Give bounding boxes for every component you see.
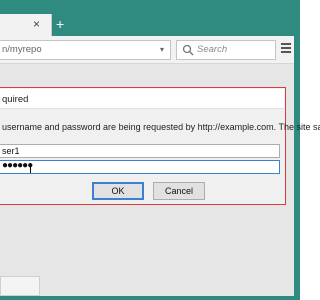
chevron-down-icon[interactable]: ▾ bbox=[160, 45, 164, 54]
username-value: ser1 bbox=[2, 146, 20, 156]
ok-button[interactable]: OK bbox=[92, 182, 144, 200]
dialog-message: username and password are being requeste… bbox=[2, 122, 320, 132]
new-tab-icon[interactable]: + bbox=[56, 17, 64, 31]
window-frame-bottom bbox=[0, 296, 300, 300]
dialog-title-bar: quired bbox=[0, 89, 284, 109]
window-frame-right bbox=[294, 0, 300, 300]
username-field[interactable]: ser1 bbox=[0, 144, 280, 158]
browser-tab[interactable]: × bbox=[0, 14, 52, 36]
text-caret bbox=[30, 163, 31, 173]
cancel-button[interactable]: Cancel bbox=[153, 182, 205, 200]
window-frame-top bbox=[0, 0, 300, 14]
password-mask: ●●●●●● bbox=[2, 160, 33, 171]
page-bottom-element bbox=[0, 276, 40, 296]
hamburger-menu-icon[interactable] bbox=[281, 43, 291, 55]
search-placeholder: Search bbox=[197, 44, 228, 55]
url-text: n/myrepo bbox=[2, 44, 42, 55]
search-icon bbox=[182, 44, 194, 56]
tab-strip: × + bbox=[0, 14, 294, 36]
dialog-title: quired bbox=[2, 94, 29, 105]
navigation-bar: n/myrepo ▾ Search bbox=[0, 36, 294, 64]
search-input[interactable]: Search bbox=[176, 40, 276, 60]
auth-dialog: quired username and password are being r… bbox=[0, 87, 320, 205]
close-icon[interactable]: × bbox=[33, 18, 40, 30]
password-field[interactable]: ●●●●●● bbox=[0, 160, 280, 174]
address-bar[interactable]: n/myrepo ▾ bbox=[0, 40, 171, 60]
